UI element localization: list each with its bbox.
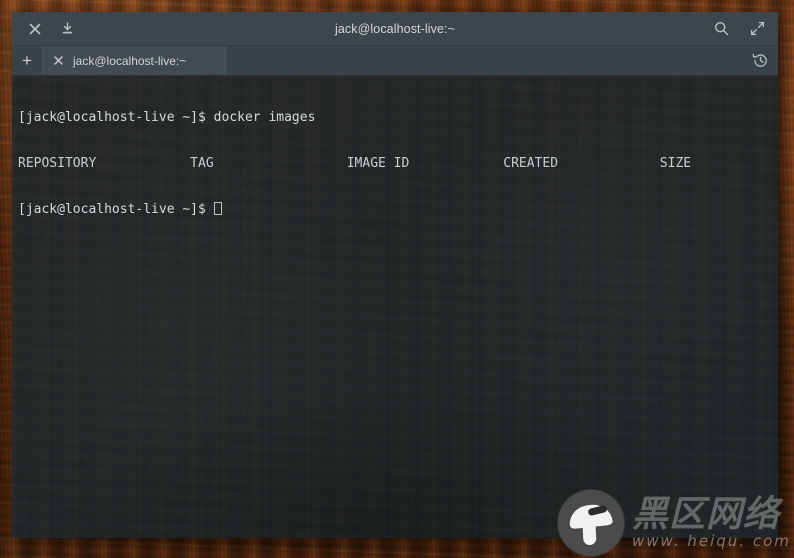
download-icon[interactable] [52,16,82,42]
terminal-prompt: [jack@localhost-live ~]$ [18,201,214,217]
terminal-prompt-line: [jack@localhost-live ~]$ [18,201,772,217]
terminal-window: jack@localhost-live:~ + jack@localhost-l… [12,12,778,538]
tab-bar: + jack@localhost-live:~ [12,46,778,76]
docker-images-header-row: REPOSITORY TAG IMAGE ID CREATED SIZE [18,156,692,171]
titlebar-left-buttons [12,16,82,42]
desktop-background: jack@localhost-live:~ + jack@localhost-l… [0,0,794,558]
window-title: jack@localhost-live:~ [334,21,456,36]
terminal-tab[interactable]: jack@localhost-live:~ [42,46,226,75]
title-bar: jack@localhost-live:~ [12,12,778,46]
tab-close-icon[interactable] [47,51,69,71]
close-icon[interactable] [20,16,50,42]
search-icon[interactable] [706,16,736,42]
tab-bar-spacer [226,46,742,75]
tab-title: jack@localhost-live:~ [73,53,187,68]
titlebar-right-buttons [706,12,772,45]
fullscreen-icon[interactable] [742,16,772,42]
new-tab-button[interactable]: + [12,46,42,75]
terminal-cursor [213,201,222,215]
terminal-body[interactable]: [jack@localhost-live ~]$ docker images R… [12,76,778,538]
terminal-command-line: [jack@localhost-live ~]$ docker images [18,110,316,126]
history-icon[interactable] [742,46,778,75]
terminal-screen[interactable]: [jack@localhost-live ~]$ docker images R… [12,76,778,247]
